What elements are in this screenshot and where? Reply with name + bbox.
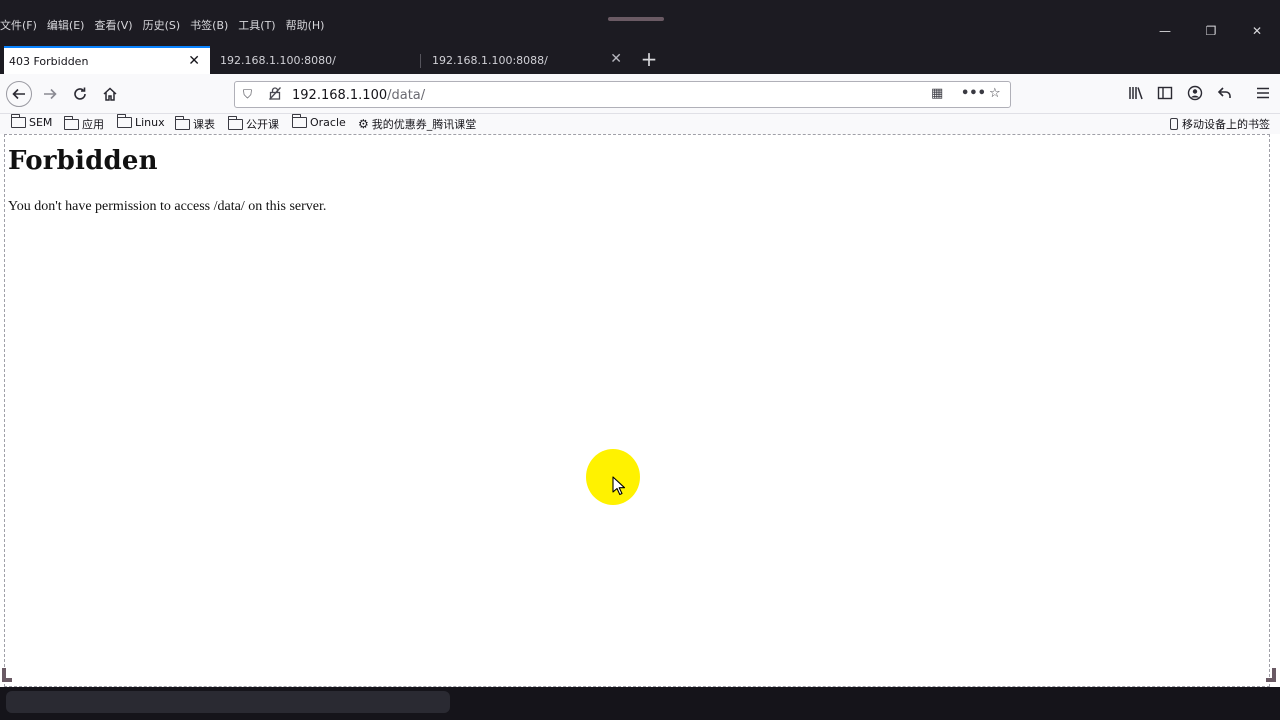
tab-403-forbidden[interactable]: 403 Forbidden ✕ <box>4 46 210 74</box>
url-host: 192.168.1.100 <box>292 88 388 103</box>
minimize-button[interactable]: — <box>1142 20 1188 42</box>
mobile-bookmarks[interactable]: 移动设备上的书签 <box>1170 116 1270 132</box>
page-heading: Forbidden <box>8 146 158 176</box>
page-content: Forbidden You don't have permission to a… <box>0 134 1280 687</box>
window-controls: — ❐ ✕ <box>1142 20 1280 42</box>
bookmarks-toolbar: SEM 应用 Linux 课表 公开课 Oracle ⚙ 我的优惠券_腾讯课堂 移… <box>0 114 1280 134</box>
back-button[interactable] <box>6 81 32 107</box>
mobile-device-icon <box>1170 118 1178 130</box>
url-path: /data/ <box>387 88 426 103</box>
new-tab-button[interactable]: + <box>638 46 660 74</box>
recorder-controls <box>6 691 450 713</box>
tab-8088[interactable]: 192.168.1.100:8088/ ✕ <box>422 46 632 74</box>
reload-icon <box>74 87 86 100</box>
folder-icon <box>174 115 190 130</box>
folder-icon <box>116 114 132 128</box>
mobile-bookmarks-label: 移动设备上的书签 <box>1182 118 1270 131</box>
restore-button[interactable]: ❐ <box>1188 20 1234 42</box>
bookmark-folder-schedule[interactable]: 课表 <box>174 115 215 132</box>
bookmark-folder-linux[interactable]: Linux <box>116 114 165 129</box>
forward-arrow-icon <box>44 88 57 100</box>
bookmark-coupon-tencent[interactable]: ⚙ 我的优惠券_腾讯课堂 <box>358 116 476 132</box>
bookmark-folder-public-class[interactable]: 公开课 <box>227 115 279 132</box>
qr-code-icon[interactable]: ▦ <box>931 86 943 101</box>
account-icon[interactable] <box>1184 82 1206 104</box>
folder-icon <box>227 115 243 130</box>
menu-edit[interactable]: 编辑(E) <box>47 17 85 33</box>
tab-title: 192.168.1.100:8088/ <box>432 53 548 67</box>
address-bar[interactable]: ⛉ 192.168.1.100/data/ ▦ ••• ☆ <box>234 81 1011 108</box>
page-message: You don't have permission to access /dat… <box>8 199 327 214</box>
undo-close-icon[interactable] <box>1214 82 1236 104</box>
sidebar-icon[interactable] <box>1154 82 1176 104</box>
reload-button[interactable] <box>68 82 92 106</box>
bookmark-folder-sem[interactable]: SEM <box>10 114 53 129</box>
tab-title: 192.168.1.100:8080/ <box>220 53 336 67</box>
page-actions-icon[interactable]: ••• <box>961 86 986 101</box>
back-arrow-icon <box>12 88 25 100</box>
tracking-shield-icon[interactable]: ⛉ <box>243 87 252 102</box>
menu-tools[interactable]: 工具(T) <box>238 17 275 33</box>
hamburger-menu-icon[interactable] <box>1252 82 1274 104</box>
home-icon <box>103 87 117 101</box>
url-text[interactable]: 192.168.1.100/data/ <box>292 88 425 103</box>
close-window-button[interactable]: ✕ <box>1234 20 1280 42</box>
menu-items: 文件(F) 编辑(E) 查看(V) 历史(S) 书签(B) 工具(T) 帮助(H… <box>0 17 324 33</box>
tab-title: 403 Forbidden <box>9 54 89 68</box>
bookmark-label: 课表 <box>193 118 215 131</box>
menu-bookmarks[interactable]: 书签(B) <box>190 17 228 33</box>
library-icon[interactable] <box>1125 82 1147 104</box>
bookmark-folder-oracle[interactable]: Oracle <box>291 114 346 129</box>
bookmark-label: Oracle <box>310 116 346 129</box>
bookmark-label: 公开课 <box>246 118 279 131</box>
mouse-pointer-icon <box>612 476 626 496</box>
menu-file[interactable]: 文件(F) <box>0 17 37 33</box>
folder-icon <box>63 115 79 130</box>
folder-icon <box>291 114 307 128</box>
menu-help[interactable]: 帮助(H) <box>286 17 325 33</box>
menu-history[interactable]: 历史(S) <box>143 17 181 33</box>
bookmark-folder-apps[interactable]: 应用 <box>63 115 104 132</box>
folder-icon <box>10 114 26 128</box>
menu-view[interactable]: 查看(V) <box>94 17 132 33</box>
frame-corner <box>2 668 12 682</box>
frame-corner <box>1266 668 1276 682</box>
bookmark-label: SEM <box>29 116 53 129</box>
menu-bar: 文件(F) 编辑(E) 查看(V) 历史(S) 书签(B) 工具(T) 帮助(H… <box>0 0 1280 46</box>
close-tab-icon[interactable]: ✕ <box>610 51 622 67</box>
title-indicator <box>608 17 664 21</box>
bookmark-label: Linux <box>135 116 165 129</box>
insecure-lock-icon[interactable] <box>269 87 281 103</box>
nav-toolbar: ⛉ 192.168.1.100/data/ ▦ ••• ☆ <box>0 74 1280 114</box>
taskbar <box>0 687 1280 720</box>
close-tab-icon[interactable]: ✕ <box>188 53 200 69</box>
tab-separator <box>420 54 421 68</box>
tab-8080[interactable]: 192.168.1.100:8080/ <box>210 46 420 74</box>
bookmark-star-icon[interactable]: ☆ <box>989 86 1001 101</box>
home-button[interactable] <box>98 82 122 106</box>
bookmark-label: 应用 <box>82 118 104 131</box>
forward-button[interactable] <box>38 82 62 106</box>
site-icon: ⚙ <box>358 117 369 131</box>
tab-strip: 403 Forbidden ✕ 192.168.1.100:8080/ 192.… <box>0 46 1280 74</box>
bookmark-label: 我的优惠券_腾讯课堂 <box>371 118 477 131</box>
